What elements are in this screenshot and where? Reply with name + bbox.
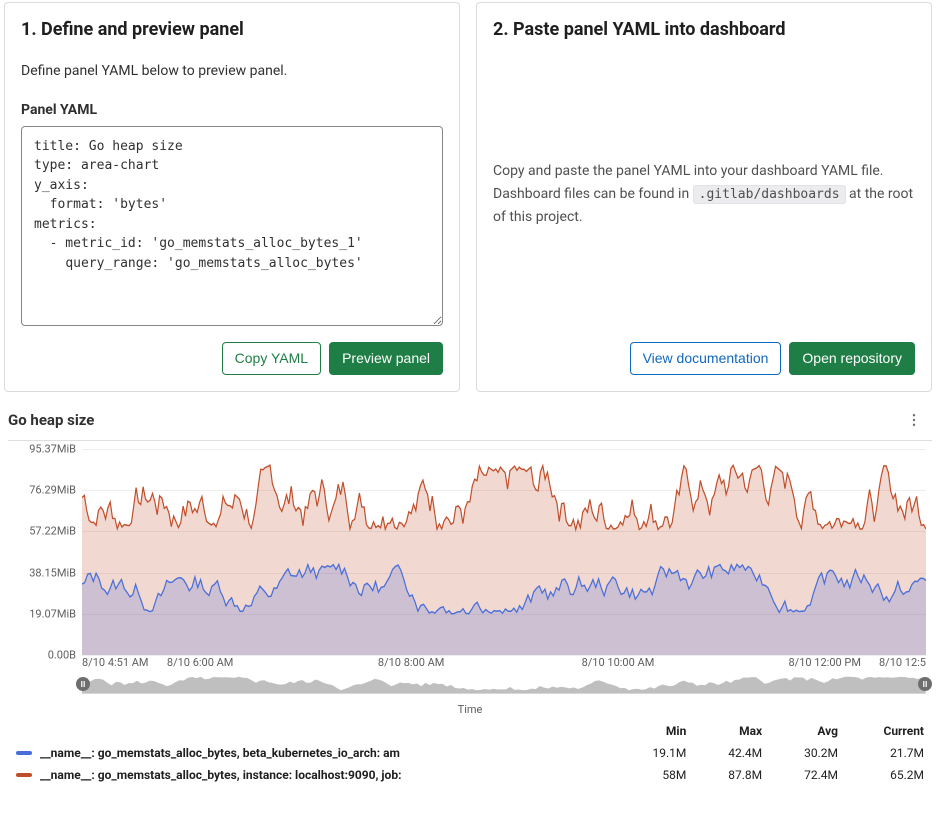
brush-handle-left[interactable]: II [76,677,90,691]
yaml-textarea[interactable] [21,126,443,326]
chart-menu-button[interactable] [902,408,926,432]
kebab-icon [907,413,921,427]
y-tick: 0.00B [48,649,76,662]
stat-avg: 30.2M [770,742,846,764]
card-title: 2. Paste panel YAML into dashboard [493,19,915,40]
open-repository-button[interactable]: Open repository [789,342,915,375]
paste-panel-card: 2. Paste panel YAML into dashboard Copy … [476,2,932,392]
card-actions: View documentation Open repository [493,326,915,375]
y-tick: 95.37MiB [29,443,76,456]
stats-column-header [8,720,619,742]
time-brush[interactable]: II II [82,675,926,697]
series-label: __name__: go_memstats_alloc_bytes, insta… [40,768,401,782]
stat-min: 19.1M [619,742,695,764]
define-panel-card: 1. Define and preview panel Define panel… [4,2,460,392]
y-tick: 38.15MiB [29,566,76,579]
stats-table: MinMaxAvgCurrent __name__: go_memstats_a… [8,720,932,786]
brush-handle-right[interactable]: II [918,677,932,691]
stat-max: 42.4M [694,742,770,764]
stat-avg: 72.4M [770,764,846,786]
chart-panel: Go heap size 0.00B 19.07MiB 38.15MiB 57.22M… [0,392,936,786]
card-title: 1. Define and preview panel [21,19,443,40]
chart-title: Go heap size [8,411,94,429]
chart-svg [82,449,926,655]
stats-column-header: Max [694,720,770,742]
view-documentation-button[interactable]: View documentation [630,342,782,375]
chart-plot-area[interactable]: 0.00B19.07MiB38.15MiB57.22MiB76.29MiB95.… [8,449,932,669]
preview-panel-button[interactable]: Preview panel [329,342,443,375]
series-swatch [16,773,32,777]
stat-current: 21.7M [846,742,932,764]
x-tick: 8/10 6:00 AM [167,656,234,669]
table-row[interactable]: __name__: go_memstats_alloc_bytes, beta_… [8,742,932,764]
x-axis: 8/10 4:51 AM 8/10 6:00 AM 8/10 8:00 AM 8/10… [82,655,926,669]
dashboards-path-code: .gitlab/dashboards [693,185,846,204]
y-tick: 57.22MiB [29,525,76,538]
stats-column-header: Min [619,720,695,742]
series-label: __name__: go_memstats_alloc_bytes, beta_… [40,746,400,760]
yaml-field-label: Panel YAML [21,102,443,118]
y-axis: 0.00B19.07MiB38.15MiB57.22MiB76.29MiB95.… [8,449,80,655]
brush-caption: Time [8,703,932,716]
stat-min: 58M [619,764,695,786]
x-tick: 8/10 12:5 [879,656,926,669]
x-tick: 8/10 8:00 AM [378,656,445,669]
divider [8,440,932,441]
x-tick: 8/10 12:00 PM [788,656,860,669]
x-tick: 8/10 10:00 AM [582,656,655,669]
paste-panel-copy: Copy and paste the panel YAML into your … [493,160,915,228]
copy-yaml-button[interactable]: Copy YAML [222,342,321,375]
stat-max: 87.8M [694,764,770,786]
stat-current: 65.2M [846,764,932,786]
card-subtitle: Define panel YAML below to preview panel… [21,62,443,82]
table-row[interactable]: __name__: go_memstats_alloc_bytes, insta… [8,764,932,786]
card-actions: Copy YAML Preview panel [21,326,443,375]
y-tick: 19.07MiB [29,607,76,620]
brush-sparkline [82,675,926,694]
stats-column-header: Current [846,720,932,742]
series-swatch [16,751,32,755]
y-tick: 76.29MiB [29,484,76,497]
stats-column-header: Avg [770,720,846,742]
x-tick: 8/10 4:51 AM [82,656,149,669]
